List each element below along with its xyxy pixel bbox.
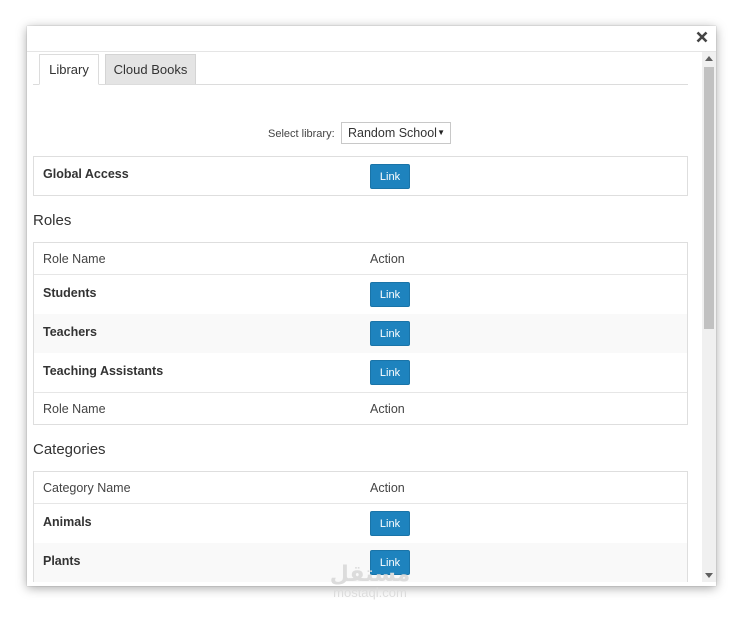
- roles-footer-row: Role Name Action: [34, 392, 687, 424]
- tab-library[interactable]: Library: [39, 54, 99, 85]
- close-icon: [696, 31, 708, 43]
- scrollbar-thumb[interactable]: [704, 67, 714, 329]
- categories-header-row: Category Name Action: [34, 472, 687, 504]
- scroll-down-button[interactable]: [702, 570, 716, 582]
- library-select-row: Select library: Random School ▼: [27, 122, 702, 146]
- role-name: Teaching Assistants: [43, 364, 164, 378]
- link-button[interactable]: Link: [370, 321, 410, 346]
- library-select-value: Random School: [348, 126, 437, 140]
- vertical-scrollbar[interactable]: [702, 52, 716, 582]
- roles-heading: Roles: [33, 212, 72, 229]
- action-column-footer: Action: [370, 402, 405, 416]
- scroll-up-button[interactable]: [702, 52, 716, 64]
- link-button[interactable]: Link: [370, 360, 410, 385]
- table-row: Animals Link: [34, 504, 687, 543]
- action-column-header: Action: [370, 481, 405, 495]
- categories-table: Category Name Action Animals Link Plants…: [33, 471, 688, 582]
- tab-cloud-books[interactable]: Cloud Books: [105, 54, 196, 84]
- global-access-panel: Global Access Link: [33, 156, 688, 196]
- close-button[interactable]: [694, 29, 710, 45]
- roles-table: Role Name Action Students Link Teachers …: [33, 242, 688, 425]
- tab-bar: Library Cloud Books: [33, 52, 688, 85]
- dialog-titlebar: [27, 26, 716, 52]
- role-name-column-footer: Role Name: [43, 402, 106, 416]
- caret-down-icon: ▼: [437, 128, 445, 137]
- dialog-content: Library Cloud Books Select library: Rand…: [27, 52, 702, 582]
- triangle-down-icon: [705, 573, 713, 578]
- table-row: Teachers Link: [34, 314, 687, 353]
- action-column-header: Action: [370, 252, 405, 266]
- global-access-row: Global Access Link: [34, 157, 687, 195]
- library-dialog: Library Cloud Books Select library: Rand…: [27, 26, 716, 586]
- roles-header-row: Role Name Action: [34, 243, 687, 275]
- category-name: Plants: [43, 554, 81, 568]
- link-button[interactable]: Link: [370, 550, 410, 575]
- role-name: Teachers: [43, 325, 97, 339]
- role-name: Students: [43, 286, 97, 300]
- table-row: Teaching Assistants Link: [34, 353, 687, 392]
- categories-heading: Categories: [33, 441, 106, 458]
- table-row: Students Link: [34, 275, 687, 314]
- select-library-label: Select library:: [268, 128, 335, 140]
- global-access-label: Global Access: [43, 167, 129, 181]
- library-select[interactable]: Random School ▼: [341, 122, 451, 144]
- table-row: Plants Link: [34, 543, 687, 582]
- global-access-link-button[interactable]: Link: [370, 164, 410, 189]
- triangle-up-icon: [705, 56, 713, 61]
- role-name-column-header: Role Name: [43, 252, 106, 266]
- category-name: Animals: [43, 515, 92, 529]
- link-button[interactable]: Link: [370, 511, 410, 536]
- watermark-url: mostaql.com: [333, 585, 407, 600]
- link-button[interactable]: Link: [370, 282, 410, 307]
- category-name-column-header: Category Name: [43, 481, 131, 495]
